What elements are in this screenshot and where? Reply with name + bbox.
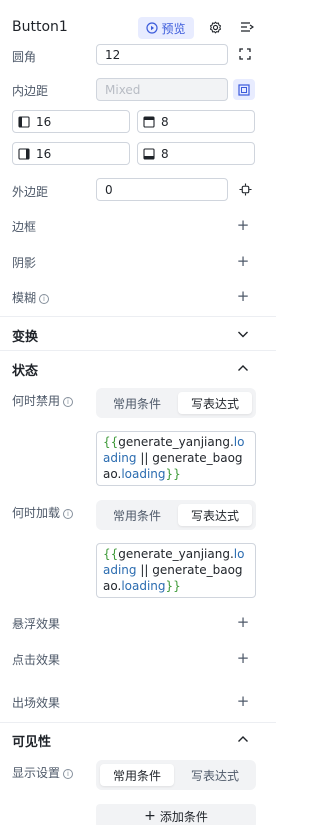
radius-input[interactable]: 12 [96,44,228,65]
divider [0,316,276,317]
disabled-expression-editor[interactable]: {{generate_yanjiang.loading || generate_… [96,431,256,486]
padding-right-value: 16 [36,146,52,161]
border-label: 边框 [12,220,37,234]
panel-header: Button1 预览 [0,0,276,48]
display-settings-label: 显示设置 i [12,764,74,781]
divider [0,722,276,723]
margin-label: 外边距 [12,185,49,199]
divider [0,350,276,351]
padding-left-value: 16 [36,114,52,129]
loading-expression-editor[interactable]: {{generate_yanjiang.loading || generate_… [96,543,256,598]
padding-left-input[interactable]: 16 [12,110,130,133]
chevron-up-icon[interactable] [236,732,250,746]
disabled-mode-toggle: 常用条件 写表达式 [96,388,256,418]
display-mode-toggle: 常用条件 写表达式 [96,760,256,790]
padding-right-input[interactable]: 16 [12,142,130,165]
play-circle-icon [146,22,159,34]
chevron-up-icon[interactable] [236,361,250,375]
add-blur-icon[interactable]: + [236,289,250,304]
info-icon[interactable]: i [39,294,50,304]
settings-icon[interactable] [207,19,223,35]
tab-common-conditions[interactable]: 常用条件 [100,504,174,526]
add-click-effect-icon[interactable]: + [236,651,250,666]
margin-sides-icon[interactable] [237,181,253,197]
preview-label: 预览 [161,21,186,36]
padding-split-toggle[interactable] [233,79,255,100]
visibility-section-title: 可见性 [12,735,52,750]
add-hover-effect-icon[interactable]: + [236,615,250,630]
component-title: Button1 [12,19,68,35]
preview-button[interactable]: 预览 [138,17,194,39]
loading-mode-toggle: 常用条件 写表达式 [96,500,256,530]
disabled-when-label: 何时禁用 i [12,392,74,409]
padding-bottom-value: 8 [161,146,169,161]
expand-corners-icon[interactable] [237,46,253,62]
info-icon[interactable]: i [63,397,74,407]
split-sides-icon [238,83,250,96]
add-condition-button[interactable]: + 添加条件 [96,804,256,825]
tab-write-expression[interactable]: 写表达式 [178,392,252,414]
transform-section-title: 变换 [12,330,39,345]
click-effect-label: 点击效果 [12,653,61,667]
state-section-title: 状态 [12,364,39,379]
padding-top-value: 8 [161,114,169,129]
plus-icon: + [144,808,156,824]
info-icon[interactable]: i [63,509,74,519]
padding-bottom-input[interactable]: 8 [137,142,255,165]
radius-label: 圆角 [12,50,37,64]
tab-common-conditions[interactable]: 常用条件 [100,764,174,786]
blur-label: 模糊 i [12,289,50,306]
padding-mixed-input[interactable]: Mixed [96,78,228,101]
padding-label: 内边距 [12,84,49,98]
loading-when-label: 何时加载 i [12,504,74,521]
tab-write-expression[interactable]: 写表达式 [178,764,252,786]
add-shadow-icon[interactable]: + [236,254,250,269]
add-border-icon[interactable]: + [236,218,250,233]
shadow-label: 阴影 [12,256,37,270]
padding-bottom-icon [143,147,155,160]
chevron-down-icon[interactable] [236,327,250,341]
add-condition-label: 添加条件 [159,809,208,824]
tab-common-conditions[interactable]: 常用条件 [100,392,174,414]
margin-input[interactable]: 0 [96,178,228,201]
collapse-panel-icon[interactable] [239,19,255,35]
padding-top-input[interactable]: 8 [137,110,255,133]
padding-left-icon [18,115,30,128]
info-icon[interactable]: i [63,769,74,779]
tab-write-expression[interactable]: 写表达式 [178,504,252,526]
enter-effect-label: 出场效果 [12,696,61,710]
padding-top-icon [143,115,155,128]
padding-right-icon [18,147,30,160]
add-enter-effect-icon[interactable]: + [236,694,250,709]
hover-effect-label: 悬浮效果 [12,617,61,631]
